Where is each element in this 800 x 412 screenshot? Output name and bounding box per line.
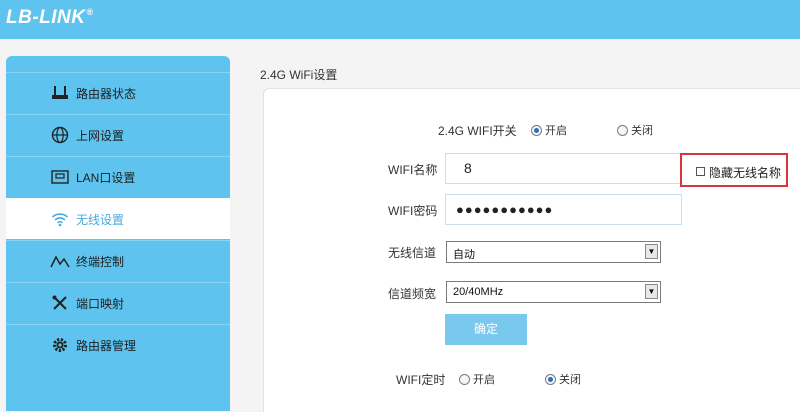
router-icon (50, 84, 70, 102)
globe-icon (50, 126, 70, 144)
password-label: WIFI密码 (388, 204, 438, 218)
sidebar-item-label: LAN口设置 (76, 171, 136, 185)
ssid-input[interactable]: 8 (445, 153, 682, 184)
password-input[interactable]: ●●●●●●●●●●● (445, 194, 682, 225)
channel-value: 自动 (453, 249, 475, 261)
sidebar-item-terminal-control[interactable]: 终端控制 (6, 240, 230, 281)
tools-icon (50, 294, 70, 312)
bandwidth-value: 20/40MHz (453, 286, 504, 298)
wifi-switch-off-radio[interactable]: 关闭 (617, 122, 653, 138)
hide-ssid-label: 隐藏无线名称 (709, 166, 782, 180)
sidebar-item-router-status[interactable]: 路由器状态 (6, 72, 230, 113)
sidebar-item-label: 路由器管理 (76, 339, 137, 353)
dropdown-arrow-icon: ▼ (645, 284, 658, 299)
hide-ssid-highlight: 隐藏无线名称 (680, 153, 788, 187)
radio-selected-icon (531, 124, 542, 136)
wifi-icon (50, 210, 70, 228)
lan-port-icon (50, 168, 70, 186)
sidebar-item-router-management[interactable]: 路由器管理 (6, 324, 230, 365)
signal-wave-icon (50, 252, 70, 270)
ssid-label: WIFI名称 (388, 163, 438, 177)
page-title: 2.4G WiFi设置 (260, 68, 338, 82)
radio-unselected-icon (459, 373, 470, 385)
schedule-on-radio[interactable]: 开启 (459, 371, 495, 387)
sidebar-item-label: 无线设置 (76, 213, 125, 227)
hide-ssid-checkbox[interactable] (696, 167, 705, 176)
sidebar-item-label: 路由器状态 (76, 87, 137, 101)
schedule-off-radio[interactable]: 关闭 (545, 371, 581, 387)
wifi-switch-on-radio[interactable]: 开启 (531, 122, 567, 138)
confirm-button[interactable]: 确定 (445, 314, 527, 345)
gear-icon (50, 336, 70, 354)
radio-unselected-icon (617, 124, 628, 136)
sidebar-item-lan[interactable]: LAN口设置 (6, 156, 230, 197)
bandwidth-label: 信道频宽 (388, 287, 437, 301)
sidebar-item-internet[interactable]: 上网设置 (6, 114, 230, 155)
channel-label: 无线信道 (388, 246, 437, 260)
sidebar-item-label: 终端控制 (76, 255, 125, 269)
schedule-label: WIFI定时 (396, 373, 446, 387)
sidebar-nav: 路由器状态 上网设置 LAN口设置 无线设置 终端控制 端口映射 路由器管理 (6, 56, 230, 411)
sidebar-item-port-mapping[interactable]: 端口映射 (6, 282, 230, 323)
wifi-switch-label: 2.4G WIFI开关 (438, 124, 517, 138)
channel-select[interactable]: 自动 ▼ (446, 241, 661, 263)
radio-selected-icon (545, 373, 556, 385)
dropdown-arrow-icon: ▼ (645, 244, 658, 259)
top-header: LB-LINK® (0, 0, 800, 39)
sidebar-item-label: 端口映射 (76, 297, 125, 311)
bandwidth-select[interactable]: 20/40MHz ▼ (446, 281, 661, 303)
sidebar-item-label: 上网设置 (76, 129, 125, 143)
brand-logo: LB-LINK® (6, 7, 94, 28)
sidebar-item-wireless[interactable]: 无线设置 (6, 198, 230, 239)
